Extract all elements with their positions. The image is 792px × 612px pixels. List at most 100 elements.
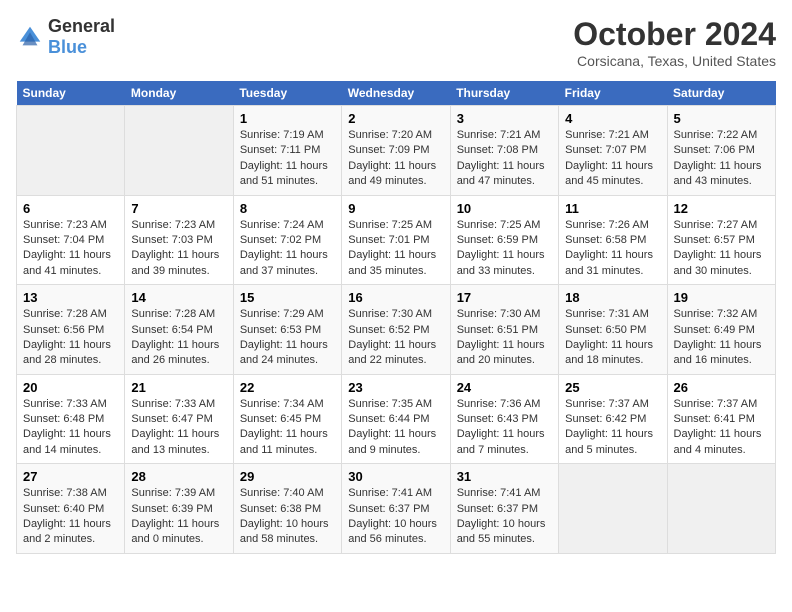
day-number: 30: [348, 469, 443, 484]
day-number: 21: [131, 380, 226, 395]
calendar-cell: 14 Sunrise: 7:28 AMSunset: 6:54 PMDayligh…: [125, 285, 233, 375]
calendar-cell: 1 Sunrise: 7:19 AMSunset: 7:11 PMDaylight…: [233, 106, 341, 196]
calendar-cell: 16Sunrise: 7:30 AMSunset: 6:52 PMDayligh…: [342, 285, 450, 375]
day-info: Sunrise: 7:30 AMSunset: 6:52 PMDaylight:…: [348, 307, 443, 369]
calendar-row: 13 Sunrise: 7:28 AMSunset: 6:56 PMDayligh…: [17, 285, 776, 375]
day-info: Sunrise: 7:39 AMSunset: 6:39 PMDaylight:…: [131, 486, 226, 548]
day-info: Sunrise: 7:41 AMSunset: 6:37 PMDaylight:…: [457, 486, 552, 548]
day-info: Sunrise: 7:30 AMSunset: 6:51 PMDaylight:…: [457, 307, 552, 369]
header-thursday: Thursday: [450, 81, 558, 106]
day-info: Sunrise: 7:36 AMSunset: 6:43 PMDaylight:…: [457, 397, 552, 459]
day-info: Sunrise: 7:19 AMSunset: 7:11 PMDaylight:…: [240, 128, 335, 190]
day-number: 20: [23, 380, 118, 395]
calendar-row: 6 Sunrise: 7:23 AMSunset: 7:04 PMDaylight…: [17, 195, 776, 285]
header-saturday: Saturday: [667, 81, 775, 106]
calendar-cell: 20Sunrise: 7:33 AMSunset: 6:48 PMDayligh…: [17, 374, 125, 464]
calendar-body: 1 Sunrise: 7:19 AMSunset: 7:11 PMDaylight…: [17, 106, 776, 554]
calendar-cell: 19 Sunrise: 7:32 AMSunset: 6:49 PMDayligh…: [667, 285, 775, 375]
day-info: Sunrise: 7:37 AMSunset: 6:41 PMDaylight:…: [674, 397, 769, 459]
day-number: 8: [240, 201, 335, 216]
logo-icon: [16, 23, 44, 51]
day-info: Sunrise: 7:37 AMSunset: 6:42 PMDaylight:…: [565, 397, 660, 459]
day-number: 28: [131, 469, 226, 484]
logo: General Blue: [16, 16, 115, 58]
calendar-cell: 28 Sunrise: 7:39 AMSunset: 6:39 PMDayligh…: [125, 464, 233, 554]
logo-general: General: [48, 16, 115, 36]
calendar-cell: 31 Sunrise: 7:41 AMSunset: 6:37 PMDayligh…: [450, 464, 558, 554]
calendar-cell: 27 Sunrise: 7:38 AMSunset: 6:40 PMDayligh…: [17, 464, 125, 554]
page-subtitle: Corsicana, Texas, United States: [573, 53, 776, 69]
day-number: 25: [565, 380, 660, 395]
day-number: 2: [348, 111, 443, 126]
day-number: 10: [457, 201, 552, 216]
calendar-cell: [667, 464, 775, 554]
calendar-table: Sunday Monday Tuesday Wednesday Thursday…: [16, 81, 776, 554]
day-number: 17: [457, 290, 552, 305]
page-header: General Blue October 2024 Corsicana, Tex…: [16, 16, 776, 69]
day-number: 7: [131, 201, 226, 216]
calendar-cell: 25 Sunrise: 7:37 AMSunset: 6:42 PMDayligh…: [559, 374, 667, 464]
calendar-header: Sunday Monday Tuesday Wednesday Thursday…: [17, 81, 776, 106]
day-info: Sunrise: 7:40 AMSunset: 6:38 PMDaylight:…: [240, 486, 335, 548]
calendar-cell: [17, 106, 125, 196]
day-info: Sunrise: 7:23 AMSunset: 7:04 PMDaylight:…: [23, 218, 118, 280]
day-number: 15: [240, 290, 335, 305]
header-wednesday: Wednesday: [342, 81, 450, 106]
day-info: Sunrise: 7:25 AMSunset: 6:59 PMDaylight:…: [457, 218, 552, 280]
day-number: 23: [348, 380, 443, 395]
calendar-cell: 11 Sunrise: 7:26 AMSunset: 6:58 PMDayligh…: [559, 195, 667, 285]
day-number: 27: [23, 469, 118, 484]
calendar-cell: 29 Sunrise: 7:40 AMSunset: 6:38 PMDayligh…: [233, 464, 341, 554]
calendar-cell: 9 Sunrise: 7:25 AMSunset: 7:01 PMDaylight…: [342, 195, 450, 285]
day-info: Sunrise: 7:28 AMSunset: 6:54 PMDaylight:…: [131, 307, 226, 369]
day-number: 13: [23, 290, 118, 305]
calendar-cell: 13 Sunrise: 7:28 AMSunset: 6:56 PMDayligh…: [17, 285, 125, 375]
day-number: 1: [240, 111, 335, 126]
calendar-cell: 15 Sunrise: 7:29 AMSunset: 6:53 PMDayligh…: [233, 285, 341, 375]
header-sunday: Sunday: [17, 81, 125, 106]
day-number: 12: [674, 201, 769, 216]
page-title: October 2024: [573, 16, 776, 53]
calendar-row: 20Sunrise: 7:33 AMSunset: 6:48 PMDayligh…: [17, 374, 776, 464]
day-info: Sunrise: 7:21 AMSunset: 7:08 PMDaylight:…: [457, 128, 552, 190]
day-number: 9: [348, 201, 443, 216]
day-number: 18: [565, 290, 660, 305]
calendar-row: 27 Sunrise: 7:38 AMSunset: 6:40 PMDayligh…: [17, 464, 776, 554]
day-number: 14: [131, 290, 226, 305]
title-block: October 2024 Corsicana, Texas, United St…: [573, 16, 776, 69]
day-number: 22: [240, 380, 335, 395]
calendar-row: 1 Sunrise: 7:19 AMSunset: 7:11 PMDaylight…: [17, 106, 776, 196]
header-tuesday: Tuesday: [233, 81, 341, 106]
calendar-cell: 5 Sunrise: 7:22 AMSunset: 7:06 PMDaylight…: [667, 106, 775, 196]
day-number: 5: [674, 111, 769, 126]
day-info: Sunrise: 7:29 AMSunset: 6:53 PMDaylight:…: [240, 307, 335, 369]
calendar-cell: [125, 106, 233, 196]
day-info: Sunrise: 7:28 AMSunset: 6:56 PMDaylight:…: [23, 307, 118, 369]
day-number: 11: [565, 201, 660, 216]
calendar-cell: 3 Sunrise: 7:21 AMSunset: 7:08 PMDaylight…: [450, 106, 558, 196]
calendar-cell: 22 Sunrise: 7:34 AMSunset: 6:45 PMDayligh…: [233, 374, 341, 464]
day-number: 6: [23, 201, 118, 216]
day-number: 3: [457, 111, 552, 126]
header-monday: Monday: [125, 81, 233, 106]
calendar-cell: 24Sunrise: 7:36 AMSunset: 6:43 PMDayligh…: [450, 374, 558, 464]
day-info: Sunrise: 7:26 AMSunset: 6:58 PMDaylight:…: [565, 218, 660, 280]
header-row: Sunday Monday Tuesday Wednesday Thursday…: [17, 81, 776, 106]
calendar-cell: 2Sunrise: 7:20 AMSunset: 7:09 PMDaylight…: [342, 106, 450, 196]
day-number: 29: [240, 469, 335, 484]
header-friday: Friday: [559, 81, 667, 106]
calendar-cell: 12Sunrise: 7:27 AMSunset: 6:57 PMDayligh…: [667, 195, 775, 285]
day-info: Sunrise: 7:25 AMSunset: 7:01 PMDaylight:…: [348, 218, 443, 280]
calendar-cell: 26Sunrise: 7:37 AMSunset: 6:41 PMDayligh…: [667, 374, 775, 464]
calendar-cell: 6 Sunrise: 7:23 AMSunset: 7:04 PMDaylight…: [17, 195, 125, 285]
day-info: Sunrise: 7:32 AMSunset: 6:49 PMDaylight:…: [674, 307, 769, 369]
day-info: Sunrise: 7:23 AMSunset: 7:03 PMDaylight:…: [131, 218, 226, 280]
calendar-cell: 30 Sunrise: 7:41 AMSunset: 6:37 PMDayligh…: [342, 464, 450, 554]
day-info: Sunrise: 7:31 AMSunset: 6:50 PMDaylight:…: [565, 307, 660, 369]
day-number: 31: [457, 469, 552, 484]
day-info: Sunrise: 7:38 AMSunset: 6:40 PMDaylight:…: [23, 486, 118, 548]
day-info: Sunrise: 7:41 AMSunset: 6:37 PMDaylight:…: [348, 486, 443, 548]
day-info: Sunrise: 7:34 AMSunset: 6:45 PMDaylight:…: [240, 397, 335, 459]
day-number: 19: [674, 290, 769, 305]
day-info: Sunrise: 7:22 AMSunset: 7:06 PMDaylight:…: [674, 128, 769, 190]
